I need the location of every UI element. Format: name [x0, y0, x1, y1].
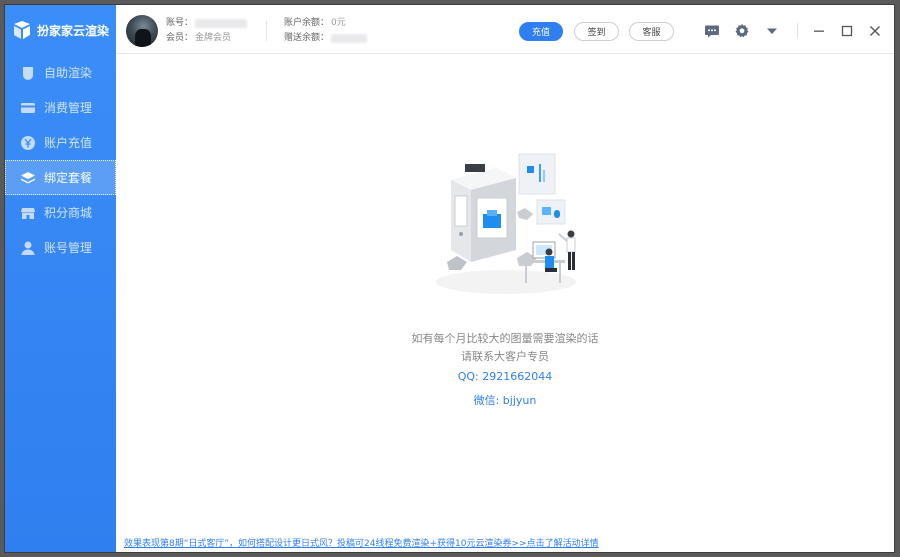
close-icon[interactable] [867, 23, 883, 39]
gift-balance-redacted [331, 34, 368, 43]
gear-icon[interactable] [734, 23, 750, 39]
sidebar-item-label: 自助渲染 [44, 66, 93, 80]
rendering-illustration [436, 153, 576, 294]
wechat-contact[interactable]: 微信: bjjyun [116, 392, 894, 408]
qq-contact[interactable]: QQ: 2921662044 [116, 370, 894, 383]
logo-mark-icon [14, 21, 30, 39]
sidebar-item-consumption[interactable]: 消费管理 [5, 90, 116, 125]
drop-icon [20, 65, 36, 81]
avatar[interactable] [126, 15, 158, 47]
sidebar-item-account[interactable]: 账号管理 [5, 230, 116, 265]
minimize-icon[interactable] [811, 23, 827, 39]
account-info: 账号： 会员： 金牌会员 [166, 16, 248, 46]
card-icon [20, 100, 36, 116]
sidebar: 扮家家云渲染 自助渲染 消费管理 账户充值 绑定套餐 积分商城 账号管理 [5, 5, 116, 552]
layers-icon [20, 170, 36, 186]
account-label: 账号： [166, 18, 194, 28]
customer-service-button[interactable]: 客服 [629, 22, 674, 41]
message-icon[interactable] [704, 23, 720, 39]
recharge-button[interactable]: 充值 [519, 22, 563, 41]
balance-info: 账户余额： 0元 赠送余额： [284, 16, 368, 46]
sidebar-nav: 自助渲染 消费管理 账户充值 绑定套餐 积分商城 账号管理 [5, 55, 116, 265]
balance-label: 账户余额： [284, 18, 330, 28]
sidebar-item-label: 积分商城 [44, 206, 93, 220]
balance-value: 0元 [331, 18, 346, 28]
account-value-redacted [195, 19, 248, 28]
store-icon [20, 205, 36, 221]
sidebar-item-label: 账号管理 [44, 241, 93, 255]
main-content: 如有每个月比较大的图量需要渲染的话 请联系大客户专员 QQ: 292166204… [116, 54, 894, 552]
checkin-button[interactable]: 签到 [574, 22, 619, 41]
header-bar: 账号： 会员： 金牌会员 账户余额： 0元 赠送余额： 充值 签到 客服 [116, 5, 894, 54]
contact-message-line2: 请联系大客户专员 [461, 350, 549, 363]
sidebar-item-points-mall[interactable]: 积分商城 [5, 195, 116, 230]
sidebar-item-self-render[interactable]: 自助渲染 [5, 55, 116, 90]
sidebar-item-label: 绑定套餐 [44, 171, 93, 185]
sidebar-item-label: 账户充值 [44, 136, 93, 150]
user-icon [20, 240, 36, 256]
member-value: 金牌会员 [195, 33, 232, 43]
app-logo: 扮家家云渲染 [12, 19, 109, 41]
sidebar-item-recharge[interactable]: 账户充值 [5, 125, 116, 160]
window-controls-divider [797, 23, 798, 38]
member-label: 会员： [166, 33, 194, 43]
yen-icon [20, 135, 36, 151]
contact-message-line1: 如有每个月比较大的图量需要渲染的话 [411, 332, 599, 345]
sidebar-item-label: 消费管理 [44, 101, 93, 115]
maximize-icon[interactable] [839, 23, 855, 39]
promo-banner-link[interactable]: 效果表现第8期“日式客厅”，如何搭配设计更日式风？投稿可24线程免费渲染+获得1… [124, 536, 599, 549]
app-window: 扮家家云渲染 自助渲染 消费管理 账户充值 绑定套餐 积分商城 账号管理 账号：… [4, 4, 895, 553]
gift-balance-label: 赠送余额： [284, 33, 330, 43]
chevron-down-icon[interactable] [764, 23, 780, 39]
app-name: 扮家家云渲染 [37, 23, 110, 38]
header-divider [266, 21, 267, 41]
sidebar-item-bind-package[interactable]: 绑定套餐 [5, 160, 116, 195]
